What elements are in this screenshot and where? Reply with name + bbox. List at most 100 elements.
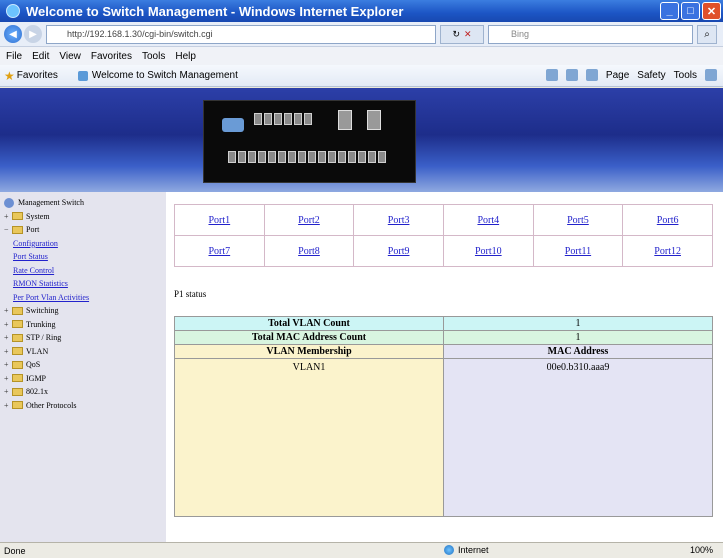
print-icon[interactable] <box>585 69 598 81</box>
port-cell[interactable]: Port8 <box>263 235 355 267</box>
search-input[interactable]: Bing <box>488 25 693 44</box>
expand-icon[interactable]: + <box>4 374 12 383</box>
collapse-icon[interactable]: − <box>4 225 12 234</box>
tree-item-vlan[interactable]: + VLAN <box>0 345 166 359</box>
favorites-button[interactable]: Favorites <box>17 70 58 81</box>
mac-count-value: 1 <box>443 330 713 345</box>
tree-root[interactable]: Management Switch <box>0 196 166 210</box>
ie-icon <box>6 4 20 18</box>
zoom-level[interactable]: 100% <box>690 545 713 555</box>
port-link[interactable]: Port9 <box>388 246 410 257</box>
tree-item-switching[interactable]: + Switching <box>0 304 166 318</box>
refresh-stop-buttons[interactable]: ↻ ✕ <box>440 25 484 44</box>
safety-menu[interactable]: Safety <box>637 70 665 81</box>
port-link[interactable]: Port11 <box>565 246 591 257</box>
port-link[interactable]: Port7 <box>208 246 230 257</box>
port-row: Port7 Port8 Port9 Port10 Port11 Port12 <box>174 235 713 267</box>
expand-icon[interactable]: + <box>4 212 12 221</box>
navigation-tree: Management Switch + System − Port Configur… <box>0 192 166 542</box>
port-cell[interactable]: Port9 <box>353 235 444 267</box>
menu-file[interactable]: File <box>6 51 22 62</box>
port-cell[interactable]: Port3 <box>353 204 444 236</box>
vlan-membership-header: VLAN Membership <box>174 344 444 359</box>
port-cell[interactable]: Port1 <box>174 204 265 236</box>
port-link[interactable]: Port3 <box>388 215 410 226</box>
page-menu[interactable]: Page <box>606 70 629 81</box>
expand-icon[interactable]: + <box>4 320 12 329</box>
home-icon[interactable] <box>545 69 558 81</box>
forward-button[interactable]: ▶ <box>24 25 42 43</box>
tree-item-trunking[interactable]: + Trunking <box>0 318 166 332</box>
port-cell[interactable]: Port7 <box>174 235 265 267</box>
port-cell[interactable]: Port6 <box>622 204 713 236</box>
tree-link-rmon-statistics[interactable]: RMON Statistics <box>0 277 166 291</box>
ports-top-row <box>254 113 312 125</box>
tree-item-system[interactable]: + System <box>0 210 166 224</box>
menu-help[interactable]: Help <box>175 51 196 62</box>
back-button[interactable]: ◀ <box>4 25 22 43</box>
tree-link-per-port-vlan[interactable]: Per Port Vlan Activities <box>0 291 166 305</box>
tree-link-port-status[interactable]: Port Status <box>0 250 166 264</box>
folder-icon <box>12 306 23 315</box>
refresh-icon[interactable]: ↻ <box>452 29 460 40</box>
expand-icon[interactable]: + <box>4 360 12 369</box>
help-icon[interactable] <box>705 69 717 81</box>
search-icon[interactable]: ⌕ <box>697 25 717 44</box>
menu-bar: File Edit View Favorites Tools Help <box>0 47 723 65</box>
menu-favorites[interactable]: Favorites <box>91 51 132 62</box>
folder-icon <box>12 333 23 342</box>
switch-icon <box>4 197 14 208</box>
status-bar: Done Internet 100% <box>0 542 723 558</box>
port-cell[interactable]: Port12 <box>622 235 713 267</box>
tree-item-qos[interactable]: + QoS <box>0 358 166 372</box>
star-icon[interactable]: ★ <box>4 69 15 83</box>
tree-link-configuration[interactable]: Configuration <box>0 237 166 251</box>
tree-item-stp-ring[interactable]: + STP / Ring <box>0 331 166 345</box>
table-row: VLAN Membership MAC Address <box>174 344 713 359</box>
port-link[interactable]: Port6 <box>657 215 679 226</box>
port-link[interactable]: Port1 <box>208 215 230 226</box>
expand-icon[interactable]: + <box>4 306 12 315</box>
url-input[interactable]: http://192.168.1.30/cgi-bin/switch.cgi <box>46 25 436 44</box>
port-cell[interactable]: Port10 <box>442 235 534 267</box>
table-row: VLAN1 00e0.b310.aaa9 <box>174 358 713 517</box>
close-button[interactable]: ✕ <box>702 2 721 20</box>
tree-link-rate-control[interactable]: Rate Control <box>0 264 166 278</box>
browser-tab[interactable]: Welcome to Switch Management <box>72 68 244 83</box>
menu-tools[interactable]: Tools <box>142 51 165 62</box>
vlan-membership-value: VLAN1 <box>174 358 444 517</box>
tree-item-igmp[interactable]: + IGMP <box>0 372 166 386</box>
main-content: Port1 Port2 Port3 Port4 Port5 Port6 Port… <box>166 192 723 542</box>
feeds-icon[interactable] <box>565 69 578 81</box>
port-cell[interactable]: Port2 <box>263 204 355 236</box>
menu-view[interactable]: View <box>59 51 81 62</box>
port-link[interactable]: Port8 <box>298 246 320 257</box>
menu-edit[interactable]: Edit <box>32 51 49 62</box>
expand-icon[interactable]: + <box>4 333 12 342</box>
folder-icon <box>12 401 23 410</box>
folder-icon <box>12 225 23 234</box>
tools-menu[interactable]: Tools <box>674 70 697 81</box>
port-link[interactable]: Port10 <box>475 246 502 257</box>
security-zone[interactable]: Internet <box>444 545 489 555</box>
expand-icon[interactable]: + <box>4 401 12 410</box>
maximize-button[interactable]: □ <box>681 2 700 20</box>
port-link[interactable]: Port4 <box>477 215 499 226</box>
command-bar: Page Safety Tools <box>545 69 717 81</box>
page-content: Management Switch + System − Port Configur… <box>0 88 723 542</box>
tree-item-port[interactable]: − Port <box>0 223 166 237</box>
port-link[interactable]: Port2 <box>298 215 320 226</box>
port-cell[interactable]: Port11 <box>532 235 624 267</box>
port-cell[interactable]: Port4 <box>442 204 534 236</box>
tree-item-other-protocols[interactable]: + Other Protocols <box>0 399 166 413</box>
port-link[interactable]: Port12 <box>654 246 681 257</box>
port-link[interactable]: Port5 <box>567 215 589 226</box>
stop-icon[interactable]: ✕ <box>464 29 472 40</box>
folder-icon <box>12 212 23 221</box>
minimize-button[interactable]: _ <box>660 2 679 20</box>
expand-icon[interactable]: + <box>4 387 12 396</box>
port-cell[interactable]: Port5 <box>532 204 624 236</box>
expand-icon[interactable]: + <box>4 347 12 356</box>
port-status-heading: P1 status <box>174 289 207 299</box>
tree-item-8021x[interactable]: +802.1x <box>0 385 166 399</box>
